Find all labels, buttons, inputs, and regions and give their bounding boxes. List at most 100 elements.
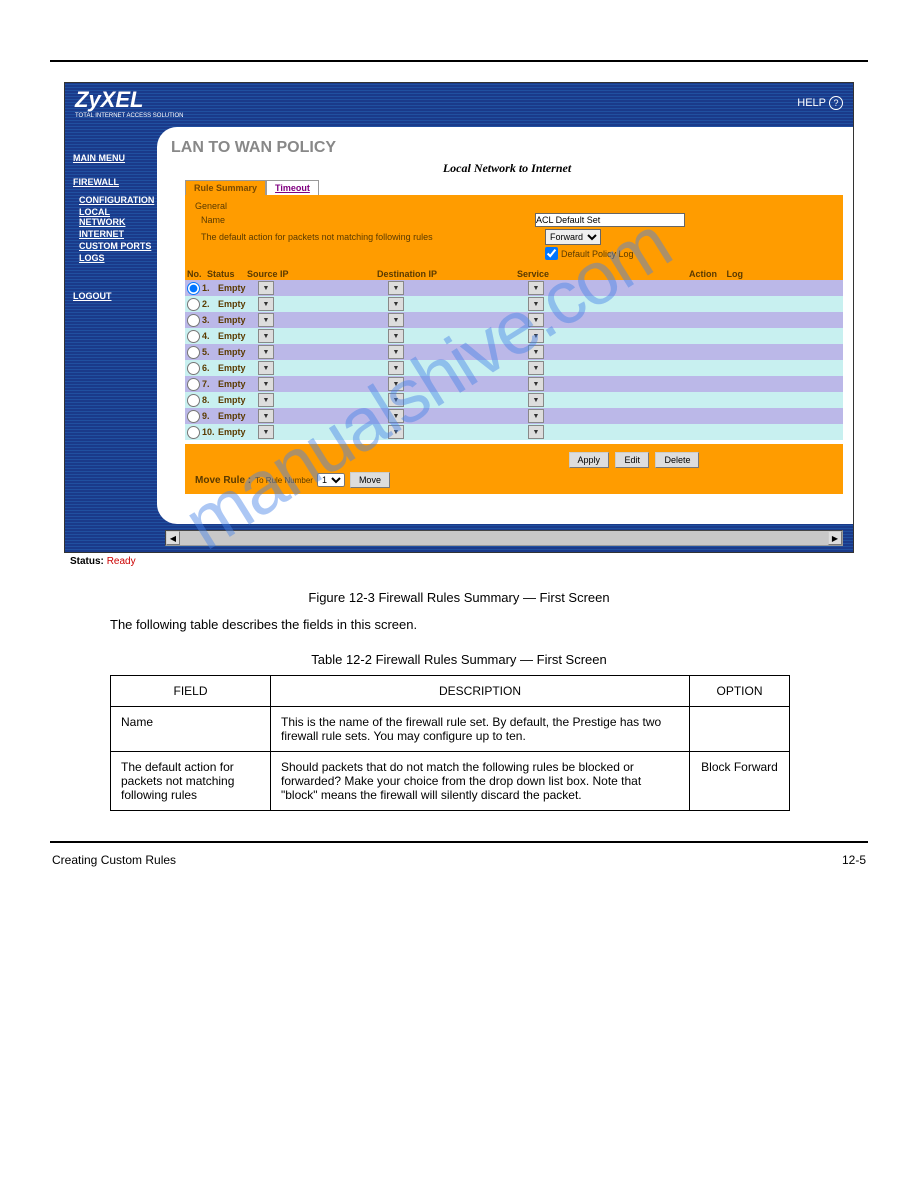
rule-status: Empty: [218, 395, 258, 405]
rule-row: 7.Empty▼▼▼: [185, 376, 843, 392]
service-dropdown[interactable]: ▼: [528, 313, 544, 327]
service-dropdown[interactable]: ▼: [528, 361, 544, 375]
nav-custom-ports[interactable]: CUSTOM PORTS: [79, 241, 157, 251]
tabs: Rule Summary Timeout: [185, 180, 843, 195]
source-ip-dropdown[interactable]: ▼: [258, 329, 274, 343]
destination-ip-dropdown[interactable]: ▼: [388, 281, 404, 295]
service-dropdown[interactable]: ▼: [528, 377, 544, 391]
cell-option: [690, 707, 790, 752]
default-policy-log-label: Default Policy Log: [561, 249, 634, 259]
rule-row: 4.Empty▼▼▼: [185, 328, 843, 344]
edit-button[interactable]: Edit: [615, 452, 649, 468]
nav-logout[interactable]: LOGOUT: [73, 291, 157, 301]
nav-internet[interactable]: INTERNET: [79, 229, 157, 239]
status-bar: Status: Ready: [64, 553, 854, 570]
nav-local-network[interactable]: LOCAL NETWORK: [79, 207, 157, 227]
rule-row: 5.Empty▼▼▼: [185, 344, 843, 360]
action-bar: Apply Edit Delete Move Rule : To Rule Nu…: [185, 444, 843, 494]
scroll-right-icon[interactable]: ▶: [828, 531, 842, 545]
top-rule: [50, 60, 868, 62]
rule-status: Empty: [218, 379, 258, 389]
rule-radio[interactable]: [187, 330, 200, 343]
nav-logs[interactable]: LOGS: [79, 253, 157, 263]
destination-ip-dropdown[interactable]: ▼: [388, 377, 404, 391]
rule-number: 5.: [202, 347, 218, 357]
rule-radio[interactable]: [187, 410, 200, 423]
delete-button[interactable]: Delete: [655, 452, 699, 468]
default-policy-log-checkbox[interactable]: [545, 247, 558, 260]
horizontal-scrollbar[interactable]: ◀ ▶: [165, 530, 843, 546]
destination-ip-dropdown[interactable]: ▼: [388, 409, 404, 423]
move-rule-label: Move Rule :: [195, 475, 251, 486]
source-ip-dropdown[interactable]: ▼: [258, 393, 274, 407]
source-ip-dropdown[interactable]: ▼: [258, 345, 274, 359]
rule-row: 6.Empty▼▼▼: [185, 360, 843, 376]
table-row: The default action for packets not match…: [111, 752, 790, 811]
page-subtitle: Local Network to Internet: [171, 161, 843, 176]
rule-radio[interactable]: [187, 346, 200, 359]
rule-radio[interactable]: [187, 282, 200, 295]
default-action-label: The default action for packets not match…: [195, 232, 545, 242]
rule-radio[interactable]: [187, 314, 200, 327]
source-ip-dropdown[interactable]: ▼: [258, 361, 274, 375]
rule-number: 10.: [202, 427, 218, 437]
cell-desc: This is the name of the firewall rule se…: [271, 707, 690, 752]
source-ip-dropdown[interactable]: ▼: [258, 313, 274, 327]
nav-main-menu[interactable]: MAIN MENU: [73, 153, 157, 163]
move-button[interactable]: Move: [350, 472, 390, 488]
destination-ip-dropdown[interactable]: ▼: [388, 313, 404, 327]
rule-status: Empty: [218, 299, 258, 309]
source-ip-dropdown[interactable]: ▼: [258, 377, 274, 391]
service-dropdown[interactable]: ▼: [528, 329, 544, 343]
cell-field: The default action for packets not match…: [111, 752, 271, 811]
cell-field: Name: [111, 707, 271, 752]
source-ip-dropdown[interactable]: ▼: [258, 425, 274, 439]
tab-rule-summary[interactable]: Rule Summary: [185, 180, 266, 195]
source-ip-dropdown[interactable]: ▼: [258, 281, 274, 295]
rule-radio[interactable]: [187, 362, 200, 375]
destination-ip-dropdown[interactable]: ▼: [388, 425, 404, 439]
nav-firewall[interactable]: FIREWALL: [73, 177, 157, 187]
rule-radio[interactable]: [187, 394, 200, 407]
logo: ZyXEL TOTAL INTERNET ACCESS SOLUTION: [75, 87, 183, 119]
source-ip-dropdown[interactable]: ▼: [258, 297, 274, 311]
move-rule-select[interactable]: 1: [317, 473, 345, 487]
figure-caption: Figure 12-3 Firewall Rules Summary — Fir…: [50, 590, 868, 605]
service-dropdown[interactable]: ▼: [528, 393, 544, 407]
rule-radio[interactable]: [187, 426, 200, 439]
scroll-left-icon[interactable]: ◀: [166, 531, 180, 545]
table-header-row: FIELD DESCRIPTION OPTION: [111, 676, 790, 707]
col-log: Log: [717, 269, 747, 279]
page-footer: Creating Custom Rules 12-5: [50, 853, 868, 907]
service-dropdown[interactable]: ▼: [528, 281, 544, 295]
destination-ip-dropdown[interactable]: ▼: [388, 329, 404, 343]
service-dropdown[interactable]: ▼: [528, 425, 544, 439]
tab-timeout[interactable]: Timeout: [266, 180, 319, 195]
th-description: DESCRIPTION: [271, 676, 690, 707]
destination-ip-dropdown[interactable]: ▼: [388, 393, 404, 407]
general-heading: General: [195, 201, 833, 211]
default-action-select[interactable]: Forward: [545, 229, 601, 245]
rule-radio[interactable]: [187, 298, 200, 311]
name-input[interactable]: [535, 213, 685, 227]
rule-radio[interactable]: [187, 378, 200, 391]
service-dropdown[interactable]: ▼: [528, 345, 544, 359]
page-title: LAN TO WAN POLICY: [171, 139, 843, 157]
destination-ip-dropdown[interactable]: ▼: [388, 361, 404, 375]
col-status: Status: [207, 269, 247, 279]
destination-ip-dropdown[interactable]: ▼: [388, 297, 404, 311]
help-link[interactable]: HELP ?: [797, 96, 843, 110]
cell-desc: Should packets that do not match the fol…: [271, 752, 690, 811]
cell-option: Block Forward: [690, 752, 790, 811]
rule-row: 9.Empty▼▼▼: [185, 408, 843, 424]
service-dropdown[interactable]: ▼: [528, 297, 544, 311]
rule-number: 1.: [202, 283, 218, 293]
nav-configuration[interactable]: CONFIGURATION: [79, 195, 157, 205]
follow-text: The following table describes the fields…: [110, 617, 808, 632]
destination-ip-dropdown[interactable]: ▼: [388, 345, 404, 359]
source-ip-dropdown[interactable]: ▼: [258, 409, 274, 423]
screenshot-frame: ZyXEL TOTAL INTERNET ACCESS SOLUTION HEL…: [64, 82, 854, 553]
logo-subtitle: TOTAL INTERNET ACCESS SOLUTION: [75, 113, 183, 119]
service-dropdown[interactable]: ▼: [528, 409, 544, 423]
apply-button[interactable]: Apply: [569, 452, 610, 468]
